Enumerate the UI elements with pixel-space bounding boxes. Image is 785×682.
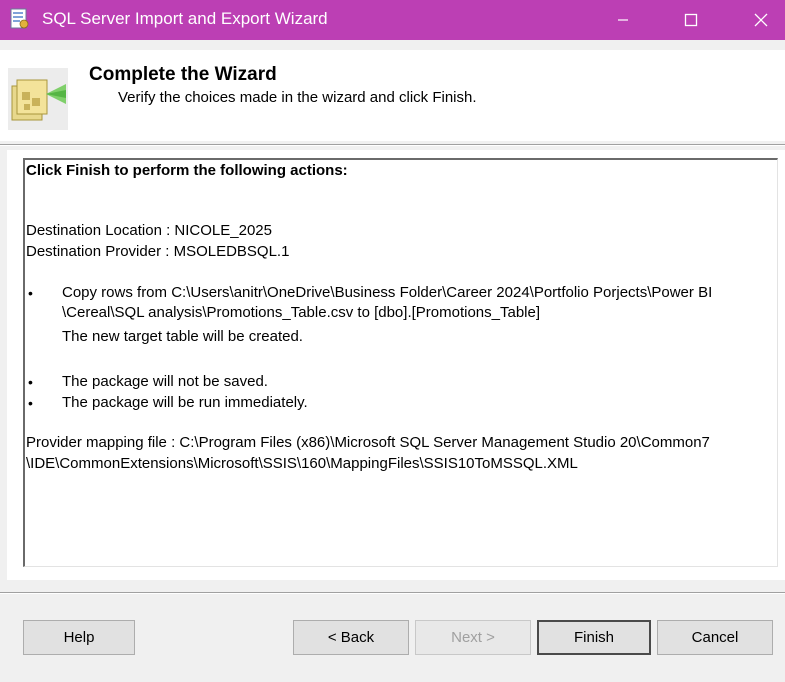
wizard-header: Complete the Wizard Verify the choices m… xyxy=(0,50,785,141)
minimize-button[interactable] xyxy=(600,0,646,40)
page-title: Complete the Wizard xyxy=(89,64,277,85)
maximize-button[interactable] xyxy=(668,0,714,40)
close-icon xyxy=(754,13,768,27)
destination-provider: Destination Provider : MSOLEDBSQL.1 xyxy=(26,243,290,260)
package-not-saved: The package will not be saved. xyxy=(62,373,268,390)
summary-heading: Click Finish to perform the following ac… xyxy=(26,162,348,179)
wizard-complete-icon xyxy=(8,68,68,130)
back-button[interactable]: < Back xyxy=(293,620,409,655)
footer-divider xyxy=(0,592,785,594)
package-run: The package will be run immediately. xyxy=(62,394,308,411)
window-title: SQL Server Import and Export Wizard xyxy=(42,9,328,28)
bullet-package-saved: • xyxy=(28,374,33,390)
title-bar: SQL Server Import and Export Wizard xyxy=(0,0,785,40)
cancel-button[interactable]: Cancel xyxy=(657,620,773,655)
new-table-note: The new target table will be created. xyxy=(62,328,303,345)
maximize-icon xyxy=(684,13,698,27)
summary-box[interactable]: Click Finish to perform the following ac… xyxy=(23,158,778,567)
copy-rows-line-1: Copy rows from C:\Users\anitr\OneDrive\B… xyxy=(62,284,713,301)
bullet-package-run: • xyxy=(28,395,33,411)
mapping-file-line-1: Provider mapping file : C:\Program Files… xyxy=(26,434,710,451)
minimize-icon xyxy=(618,19,628,21)
close-button[interactable] xyxy=(738,0,784,40)
finish-button[interactable]: Finish xyxy=(537,620,651,655)
header-divider xyxy=(0,144,785,146)
summary-panel: Click Finish to perform the following ac… xyxy=(7,150,785,580)
copy-rows-line-2: \Cereal\SQL analysis\Promotions_Table.cs… xyxy=(62,304,541,321)
wizard-client-area: Complete the Wizard Verify the choices m… xyxy=(0,40,785,682)
destination-location: Destination Location : NICOLE_2025 xyxy=(26,222,272,239)
wizard-window: SQL Server Import and Export Wizard Comp… xyxy=(0,0,785,682)
bullet-copy-rows: • xyxy=(28,285,33,301)
next-button[interactable]: Next > xyxy=(415,620,531,655)
sql-wizard-app-icon xyxy=(10,8,30,30)
help-button[interactable]: Help xyxy=(23,620,135,655)
page-subtitle: Verify the choices made in the wizard an… xyxy=(118,89,477,106)
mapping-file-line-2: \IDE\CommonExtensions\Microsoft\SSIS\160… xyxy=(26,455,578,472)
